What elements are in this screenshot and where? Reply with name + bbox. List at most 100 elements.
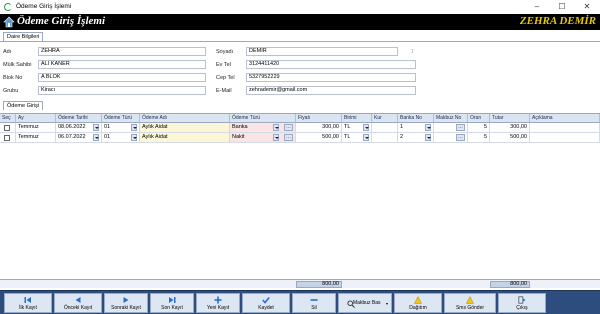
- tab-daire-bilgileri[interactable]: Daire Bilgileri: [3, 32, 44, 41]
- fiyat-cell[interactable]: 300,00: [296, 123, 342, 133]
- kur-cell[interactable]: [372, 123, 398, 133]
- tur-no-cell[interactable]: 01: [102, 123, 140, 133]
- ellipsis-icon[interactable]: …: [284, 124, 293, 131]
- col-header-kur[interactable]: Kur: [372, 114, 398, 123]
- col-header-odeme-turu[interactable]: Ödeme Türü: [230, 114, 296, 123]
- ay-cell[interactable]: Temmuz: [16, 133, 56, 143]
- distribution-button[interactable]: Dağıtım: [394, 293, 442, 313]
- tarih-cell[interactable]: 08.06.2022: [56, 123, 102, 133]
- print-receipt-button[interactable]: Makbuz Bas ▾: [338, 293, 392, 313]
- email-field[interactable]: zehrademir@gmail.com: [246, 86, 416, 95]
- delete-button[interactable]: Sil: [292, 293, 336, 313]
- col-header-makbuz-no[interactable]: Makbuz No: [434, 114, 468, 123]
- makbuz-cell[interactable]: …: [434, 123, 468, 133]
- first-record-button[interactable]: İlk Kayıt: [4, 293, 52, 313]
- col-header-odeme-adi[interactable]: Ödeme Adı: [140, 114, 230, 123]
- chevron-down-icon[interactable]: [273, 134, 279, 141]
- tur-no-cell[interactable]: 01: [102, 133, 140, 143]
- table-row[interactable]: Temmuz 06.07.2022 01 Aylık Aidat Nakit… …: [0, 133, 600, 143]
- chevron-down-icon[interactable]: [363, 124, 369, 131]
- delete-label: Sil: [311, 305, 317, 311]
- ellipsis-icon[interactable]: …: [284, 134, 293, 141]
- odeme-turu-cell[interactable]: Nakit …: [230, 133, 296, 143]
- payments-grid: Seç Ay Ödeme Tarihi Ödeme Türü Ödeme Adı…: [0, 113, 600, 279]
- totals-bar: 800,00 800,00: [0, 279, 600, 288]
- col-header-birimi[interactable]: Birimi: [342, 114, 372, 123]
- new-record-button[interactable]: Yeni Kayıt: [196, 293, 240, 313]
- col-header-oran[interactable]: Oran: [468, 114, 490, 123]
- last-record-icon: [169, 297, 176, 303]
- banka-cell[interactable]: 2: [398, 133, 434, 143]
- birim-cell[interactable]: TL: [342, 133, 372, 143]
- tarih-value: 08.06.2022: [58, 124, 86, 130]
- last-record-button[interactable]: Son Kayıt: [150, 293, 194, 313]
- col-header-aciklama[interactable]: Açıklama: [530, 114, 600, 123]
- col-header-tutar[interactable]: Tutar: [490, 114, 530, 123]
- next-record-button[interactable]: Sonraki Kayıt: [104, 293, 148, 313]
- maximize-icon[interactable]: ☐: [553, 2, 571, 12]
- chevron-down-icon[interactable]: [131, 134, 137, 141]
- tab-odeme-girisi[interactable]: Ödeme Girişi: [3, 101, 44, 110]
- evtel-field[interactable]: 3124411420: [246, 60, 416, 69]
- adi-field[interactable]: ZEHRA: [38, 47, 206, 56]
- oran-cell[interactable]: 5: [468, 123, 490, 133]
- chevron-down-icon[interactable]: [93, 124, 99, 131]
- sec-cell: [0, 133, 16, 143]
- checkmark-icon: [262, 296, 270, 304]
- chevron-down-icon[interactable]: [131, 124, 137, 131]
- tarih-cell[interactable]: 06.07.2022: [56, 133, 102, 143]
- save-button[interactable]: Kaydet: [242, 293, 290, 313]
- oran-cell[interactable]: 5: [468, 133, 490, 143]
- odeme-adi-cell[interactable]: Aylık Aidat: [140, 123, 230, 133]
- chevron-down-icon[interactable]: [425, 124, 431, 131]
- col-header-odeme-turu-no[interactable]: Ödeme Türü: [102, 114, 140, 123]
- close-icon[interactable]: ✕: [578, 2, 596, 12]
- chevron-down-icon[interactable]: [363, 134, 369, 141]
- minimize-icon[interactable]: –: [528, 2, 546, 12]
- banka-cell[interactable]: 1: [398, 123, 434, 133]
- col-header-ay[interactable]: Ay: [16, 114, 56, 123]
- grubu-field[interactable]: Kiracı: [38, 86, 206, 95]
- aciklama-cell[interactable]: [530, 133, 600, 143]
- odeme-adi-cell[interactable]: Aylık Aidat: [140, 133, 230, 143]
- birim-cell[interactable]: TL: [342, 123, 372, 133]
- send-sms-button[interactable]: Sms Gönder: [444, 293, 496, 313]
- exit-button[interactable]: Çıkış: [498, 293, 546, 313]
- chevron-down-icon[interactable]: [93, 134, 99, 141]
- aciklama-cell[interactable]: [530, 123, 600, 133]
- fiyat-cell[interactable]: 500,00: [296, 133, 342, 143]
- home-icon: [3, 16, 15, 28]
- blok-field[interactable]: A BLOK: [38, 73, 206, 82]
- save-label: Kaydet: [258, 305, 274, 311]
- fiyat-total: 800,00: [296, 281, 342, 288]
- chevron-down-icon[interactable]: [273, 124, 279, 131]
- odeme-turu-value: Banka: [232, 124, 248, 130]
- odeme-turu-cell[interactable]: Banka …: [230, 123, 296, 133]
- tarih-value: 06.07.2022: [58, 134, 86, 140]
- row-checkbox[interactable]: [4, 125, 10, 131]
- chevron-down-icon[interactable]: [425, 134, 431, 141]
- tutar-cell[interactable]: 500,00: [490, 133, 530, 143]
- kur-cell[interactable]: [372, 133, 398, 143]
- ellipsis-icon[interactable]: …: [456, 134, 465, 141]
- previous-record-button[interactable]: Önceki Kayıt: [54, 293, 102, 313]
- col-header-banka-no[interactable]: Banka No: [398, 114, 434, 123]
- ay-cell[interactable]: Temmuz: [16, 123, 56, 133]
- ellipsis-icon[interactable]: …: [456, 124, 465, 131]
- birim-value: TL: [344, 124, 351, 130]
- soyadi-field[interactable]: DEMİR: [246, 47, 398, 56]
- mulk-sahibi-field[interactable]: ALİ KANER: [38, 60, 206, 69]
- row-checkbox[interactable]: [4, 135, 10, 141]
- table-row[interactable]: Temmuz 08.06.2022 01 Aylık Aidat Banka… …: [0, 123, 600, 133]
- col-header-odeme-tarihi[interactable]: Ödeme Tarihi: [56, 114, 102, 123]
- col-header-sec[interactable]: Seç: [0, 114, 16, 123]
- col-header-fiyati[interactable]: Fiyatı: [296, 114, 342, 123]
- makbuz-cell[interactable]: …: [434, 133, 468, 143]
- ceptel-field[interactable]: 5327952229: [246, 73, 416, 82]
- app-icon: [4, 3, 12, 11]
- mulk-sahibi-label: Mülk Sahibi: [3, 62, 32, 68]
- adi-label: Adı: [3, 49, 12, 55]
- odeme-turu-value: Nakit: [232, 134, 245, 140]
- tutar-cell[interactable]: 300,00: [490, 123, 530, 133]
- exit-label: Çıkış: [516, 305, 528, 311]
